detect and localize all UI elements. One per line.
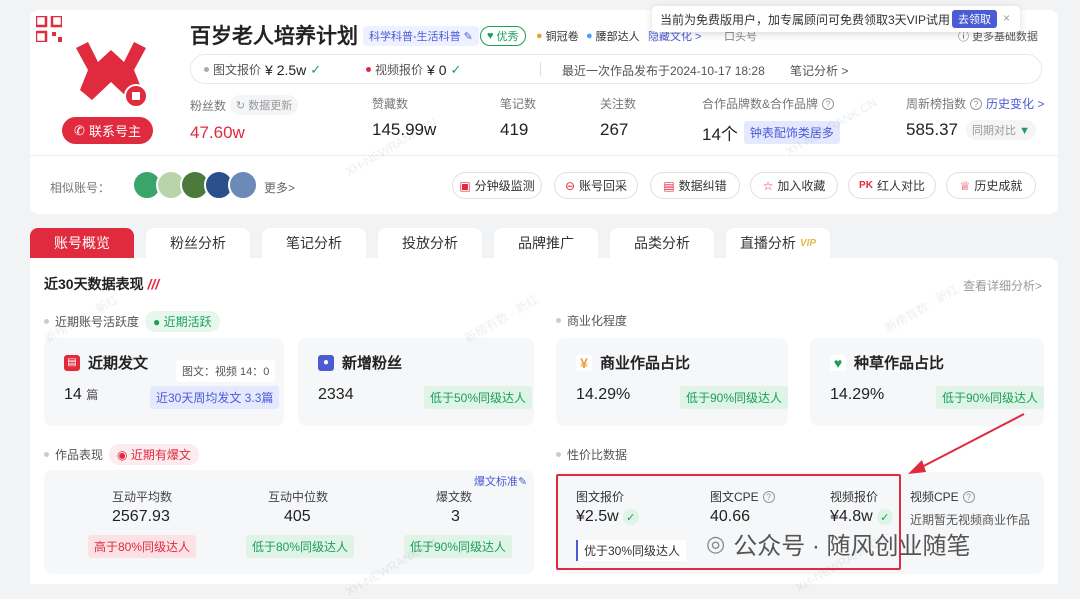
note-analysis-link[interactable]: 笔记分析 >: [790, 62, 848, 79]
account-backtrack-button[interactable]: ⊖ 账号回采: [554, 172, 638, 199]
viral-badge: ◉ 近期有爆文: [109, 444, 199, 465]
avg-interaction-label: 互动平均数: [112, 490, 173, 504]
performance-label: 作品表现 ◉ 近期有爆文: [44, 444, 199, 465]
document-icon: ▤: [64, 354, 80, 371]
pk-icon: PK: [859, 180, 873, 191]
new-fans-value: 2334: [318, 386, 354, 403]
star-icon: ☆: [762, 178, 774, 193]
fans-stat: 粉丝数 ↻ 数据更新 47.60w: [190, 95, 299, 143]
vip-badge: VIP: [799, 237, 817, 249]
contact-owner-button[interactable]: ✆ 联系号主: [62, 117, 153, 144]
viral-count-label: 爆文数: [436, 490, 473, 504]
view-detail-link[interactable]: 查看详细分析>: [963, 277, 1042, 294]
seeding-ratio-value: 14.29%: [830, 386, 885, 403]
recent-post-title: ▤ 近期发文: [64, 352, 148, 373]
seeding-ratio-badge: 低于90%同级达人: [936, 386, 1045, 409]
last-post-time: 最近一次作品发布于2024-10-17 18:28: [562, 64, 765, 78]
add-favorite-button[interactable]: ☆ 加入收藏: [750, 172, 838, 199]
new-fans-title: ● 新增粉丝: [318, 352, 402, 373]
weekly-post-badge: 近30天周均发文 3.3篇: [150, 386, 280, 409]
post-ratio: 图文：视频 14：0: [176, 360, 276, 382]
commercial-ratio-value: 14.29%: [576, 386, 631, 403]
copper-icon: ●: [536, 30, 543, 42]
close-icon[interactable]: ×: [1003, 11, 1010, 25]
account-avatar: [76, 42, 148, 108]
divider: [540, 62, 541, 76]
median-interaction-badge: 低于80%同级达人: [246, 535, 355, 558]
tab-live-analysis[interactable]: 直播分析 VIP: [726, 228, 830, 258]
check-icon: ✓: [310, 61, 322, 77]
video-cpe-label: 视频CPE?: [910, 488, 975, 505]
refresh-button[interactable]: ↻ 数据更新: [230, 95, 299, 115]
avg-interaction-badge: 高于80%同级达人: [88, 535, 197, 558]
edit-icon: ✎: [518, 476, 528, 488]
expert-tag: ● 腰部达人: [586, 30, 640, 43]
tab-brand-promotion[interactable]: 品牌推广: [494, 228, 598, 258]
commercial-ratio-badge: 低于90%同级达人: [680, 386, 789, 409]
value-data-label: 性价比数据: [556, 446, 627, 463]
account-title: 百岁老人培养计划: [190, 25, 358, 48]
rank-stat: 周新榜指数? 历史变化 > 585.37 同期对比 ▼: [906, 95, 1045, 140]
heart-check-icon: ♥: [830, 354, 846, 371]
history-achievement-button[interactable]: ♕ 历史成就: [946, 172, 1036, 199]
wechat-watermark: ◎ 公众号 · 随风创业随笔: [706, 530, 971, 561]
qr-code-icon[interactable]: [36, 16, 62, 42]
monitor-icon: ▣: [459, 178, 471, 193]
vip-popup: 当前为免费版用户，加专属顾问可免费领取3天VIP试用 去领取 ×: [652, 6, 1020, 32]
help-icon: ?: [822, 97, 835, 110]
following-stat: 关注数 267: [600, 97, 637, 139]
help-icon: ?: [962, 490, 975, 503]
yen-icon: ¥: [576, 354, 592, 371]
avg-interaction-value: 2567.93: [112, 508, 170, 525]
divider: [30, 155, 1058, 156]
active-badge: ● 近期活跃: [145, 311, 220, 332]
arrow-annotation: [908, 413, 1025, 474]
tab-notes-analysis[interactable]: 笔记分析: [262, 228, 366, 258]
history-change-link[interactable]: 历史变化 >: [986, 95, 1044, 112]
median-interaction-value: 405: [284, 508, 311, 525]
check-icon: ✓: [450, 61, 462, 77]
trophy-icon: ♕: [959, 178, 971, 193]
correct-icon: ▤: [663, 178, 675, 193]
viral-count-value: 3: [451, 508, 460, 525]
copper-tag: ● 铜冠卷: [536, 30, 579, 43]
phone-icon: ✆: [74, 122, 85, 138]
minute-monitor-button[interactable]: ▣ 分钟级监测: [452, 172, 542, 199]
tab-fans-analysis[interactable]: 粉丝分析: [146, 228, 250, 258]
claim-vip-button[interactable]: 去领取: [952, 10, 997, 28]
user-icon: ●: [318, 354, 334, 371]
wechat-icon: ◎: [706, 530, 726, 556]
period-compare[interactable]: 同期对比 ▼: [966, 120, 1036, 140]
viral-standard-link[interactable]: 爆文标准✎: [474, 473, 527, 489]
tab-category-analysis[interactable]: 品类分析: [610, 228, 714, 258]
tab-ad-analysis[interactable]: 投放分析: [378, 228, 482, 258]
backtrack-icon: ⊖: [564, 178, 576, 193]
tab-account-overview[interactable]: 账号概览: [30, 228, 134, 258]
video-price: 视频报价 ¥ 0 ✓: [366, 61, 461, 78]
edit-icon: ✎: [463, 30, 473, 43]
more-similar-link[interactable]: 更多>: [264, 179, 295, 196]
seeding-ratio-title: ♥ 种草作品占比: [830, 352, 944, 373]
section-title: 近30天数据表现 ///: [44, 276, 160, 292]
similar-account-avatar[interactable]: [228, 170, 258, 200]
new-fans-badge: 低于50%同级达人: [424, 386, 533, 409]
category-tag[interactable]: 科学科普-生活科普 ✎: [363, 26, 479, 46]
quality-tag: ♥ 优秀: [480, 26, 526, 46]
influencer-compare-button[interactable]: PK 红人对比: [848, 172, 936, 199]
recent-post-value: 14 篇: [64, 386, 99, 403]
notes-stat: 笔记数 419: [500, 97, 537, 139]
heart-icon: ♥: [487, 30, 494, 42]
median-interaction-label: 互动中位数: [268, 490, 329, 504]
expert-icon: ●: [586, 30, 593, 42]
image-price: 图文报价 ¥ 2.5w ✓: [204, 61, 321, 78]
commercial-label: 商业化程度: [556, 312, 627, 329]
similar-accounts-label: 相似账号：: [50, 181, 111, 195]
data-correct-button[interactable]: ▤ 数据纠错: [650, 172, 740, 199]
help-icon: ?: [970, 97, 983, 110]
commercial-ratio-title: ¥ 商业作品占比: [576, 352, 690, 373]
